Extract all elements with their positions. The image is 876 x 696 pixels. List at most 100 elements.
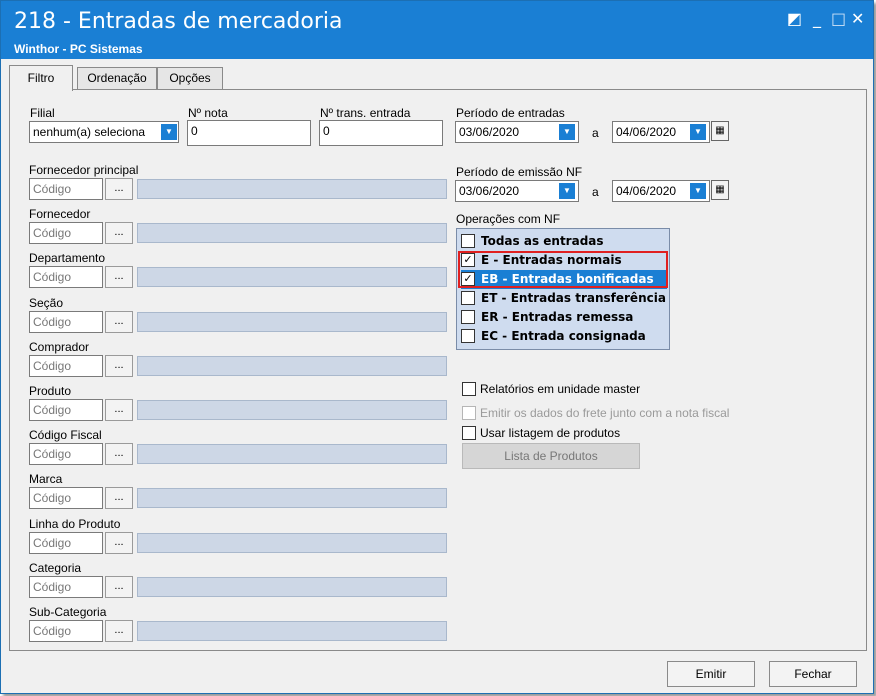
codigo-fiscal-search-button[interactable]: ...: [105, 443, 133, 465]
departamento-code-input[interactable]: Código: [29, 266, 103, 288]
calendar-icon[interactable]: ▦: [711, 180, 729, 200]
produto-description-field: [137, 400, 447, 420]
trans-label: Nº trans. entrada: [320, 106, 411, 120]
frete-checkbox: Emitir os dados do frete junto com a not…: [462, 405, 782, 421]
master-checkbox[interactable]: Relatórios em unidade master: [462, 381, 722, 397]
categoria-description-field: [137, 577, 447, 597]
categoria-label: Categoria: [29, 561, 82, 575]
op-entradas-transferencia[interactable]: ET - Entradas transferência: [461, 289, 667, 308]
op-label: ER - Entradas remessa: [481, 310, 634, 324]
op-label: E - Entradas normais: [481, 253, 622, 267]
sub-categoria-code-input[interactable]: Código: [29, 620, 103, 642]
tab-label: Ordenação: [87, 71, 147, 85]
listagem-label: Usar listagem de produtos: [480, 426, 621, 440]
tab-label: Filtro: [27, 71, 55, 85]
op-todas-entradas[interactable]: Todas as entradas: [461, 232, 667, 251]
comprador-search-button[interactable]: ...: [105, 355, 133, 377]
op-entradas-remessa[interactable]: ER - Entradas remessa: [461, 308, 667, 327]
emitir-button[interactable]: Emitir: [667, 661, 755, 687]
fornecedor-label: Fornecedor: [29, 207, 91, 221]
periodo-entradas-start-dropdown-icon[interactable]: ▼: [559, 124, 575, 140]
main-window: 218 - Entradas de mercadoria Winthor - P…: [0, 0, 874, 694]
codigo-fiscal-code-input[interactable]: Código: [29, 443, 103, 465]
nota-input[interactable]: 0: [187, 120, 311, 146]
marca-search-button[interactable]: ...: [105, 487, 133, 509]
filial-value: nenhum(a) seleciona: [33, 125, 146, 139]
date-value: 04/06/2020: [616, 184, 677, 198]
op-entradas-normais[interactable]: ✓ E - Entradas normais: [461, 251, 667, 270]
codigo-fiscal-label: Código Fiscal: [29, 428, 102, 442]
window-title: 218 - Entradas de mercadoria: [14, 9, 343, 34]
op-label: EC - Entrada consignada: [481, 329, 646, 343]
periodo-entradas-label: Período de entradas: [456, 106, 565, 120]
date-value: 03/06/2020: [459, 125, 520, 139]
trans-input[interactable]: 0: [319, 120, 443, 146]
comprador-code-input[interactable]: Código: [29, 355, 103, 377]
periodo-emissao-end-dropdown-icon[interactable]: ▼: [690, 183, 706, 199]
restore-icon[interactable]: ◩: [787, 9, 802, 29]
periodo-emissao-start-dropdown-icon[interactable]: ▼: [559, 183, 575, 199]
secao-label: Seção: [29, 296, 64, 310]
secao-search-button[interactable]: ...: [105, 311, 133, 333]
departamento-label: Departamento: [29, 251, 106, 265]
filial-dropdown-icon[interactable]: ▼: [161, 124, 177, 140]
produto-label: Produto: [29, 384, 72, 398]
checkbox-icon[interactable]: [462, 382, 476, 396]
categoria-code-input[interactable]: Código: [29, 576, 103, 598]
date-value: 04/06/2020: [616, 125, 677, 139]
frete-label: Emitir os dados do frete junto com a not…: [480, 406, 730, 420]
op-entradas-bonificadas[interactable]: ✓ EB - Entradas bonificadas: [461, 270, 667, 289]
close-icon[interactable]: ✕: [851, 9, 864, 29]
checkbox-checked-icon[interactable]: ✓: [461, 253, 475, 267]
categoria-search-button[interactable]: ...: [105, 576, 133, 598]
produto-search-button[interactable]: ...: [105, 399, 133, 421]
checkbox-icon[interactable]: [461, 329, 475, 343]
comprador-description-field: [137, 356, 447, 376]
fornecedor-search-button[interactable]: ...: [105, 222, 133, 244]
produto-code-input[interactable]: Código: [29, 399, 103, 421]
fornecedor-code-input[interactable]: Código: [29, 222, 103, 244]
tab-ordenacao[interactable]: Ordenação: [77, 67, 157, 89]
departamento-description-field: [137, 267, 447, 287]
checkbox-icon[interactable]: [461, 291, 475, 305]
op-label: Todas as entradas: [481, 234, 604, 248]
filial-select[interactable]: nenhum(a) seleciona: [29, 121, 179, 143]
fornecedor-principal-code-input[interactable]: Código: [29, 178, 103, 200]
comprador-label: Comprador: [29, 340, 90, 354]
linha-do-produto-search-button[interactable]: ...: [105, 532, 133, 554]
date-value: 03/06/2020: [459, 184, 520, 198]
sub-categoria-search-button[interactable]: ...: [105, 620, 133, 642]
tab-label: Opções: [169, 71, 211, 85]
fechar-button[interactable]: Fechar: [769, 661, 857, 687]
periodo-entradas-end-dropdown-icon[interactable]: ▼: [690, 124, 706, 140]
op-entrada-consignada[interactable]: EC - Entrada consignada: [461, 327, 667, 346]
codigo-fiscal-description-field: [137, 444, 447, 464]
checkbox-icon[interactable]: [461, 234, 475, 248]
marca-code-input[interactable]: Código: [29, 487, 103, 509]
linha-do-produto-code-input[interactable]: Código: [29, 532, 103, 554]
periodo-emissao-label: Período de emissão NF: [456, 165, 583, 179]
window-subtitle: Winthor - PC Sistemas: [14, 42, 143, 56]
calendar-icon[interactable]: ▦: [711, 121, 729, 141]
sub-categoria-description-field: [137, 621, 447, 641]
checkbox-icon[interactable]: [462, 426, 476, 440]
departamento-search-button[interactable]: ...: [105, 266, 133, 288]
secao-code-input[interactable]: Código: [29, 311, 103, 333]
operacoes-label: Operações com NF: [456, 212, 561, 226]
checkbox-icon[interactable]: [461, 310, 475, 324]
periodo-emissao-sep: a: [592, 185, 599, 199]
maximize-icon[interactable]: □: [831, 9, 846, 29]
listagem-checkbox[interactable]: Usar listagem de produtos: [462, 425, 722, 441]
marca-description-field: [137, 488, 447, 508]
linha-do-produto-description-field: [137, 533, 447, 553]
master-label: Relatórios em unidade master: [480, 382, 641, 396]
checkbox-checked-icon[interactable]: ✓: [461, 272, 475, 286]
tab-opcoes[interactable]: Opções: [157, 67, 223, 89]
op-label: EB - Entradas bonificadas: [481, 272, 654, 286]
tab-filtro[interactable]: Filtro: [9, 65, 73, 91]
fornecedor-principal-search-button[interactable]: ...: [105, 178, 133, 200]
lista-produtos-button: Lista de Produtos: [462, 443, 640, 469]
nota-label: Nº nota: [188, 106, 228, 120]
minimize-icon[interactable]: _: [813, 9, 821, 29]
marca-label: Marca: [29, 472, 63, 486]
